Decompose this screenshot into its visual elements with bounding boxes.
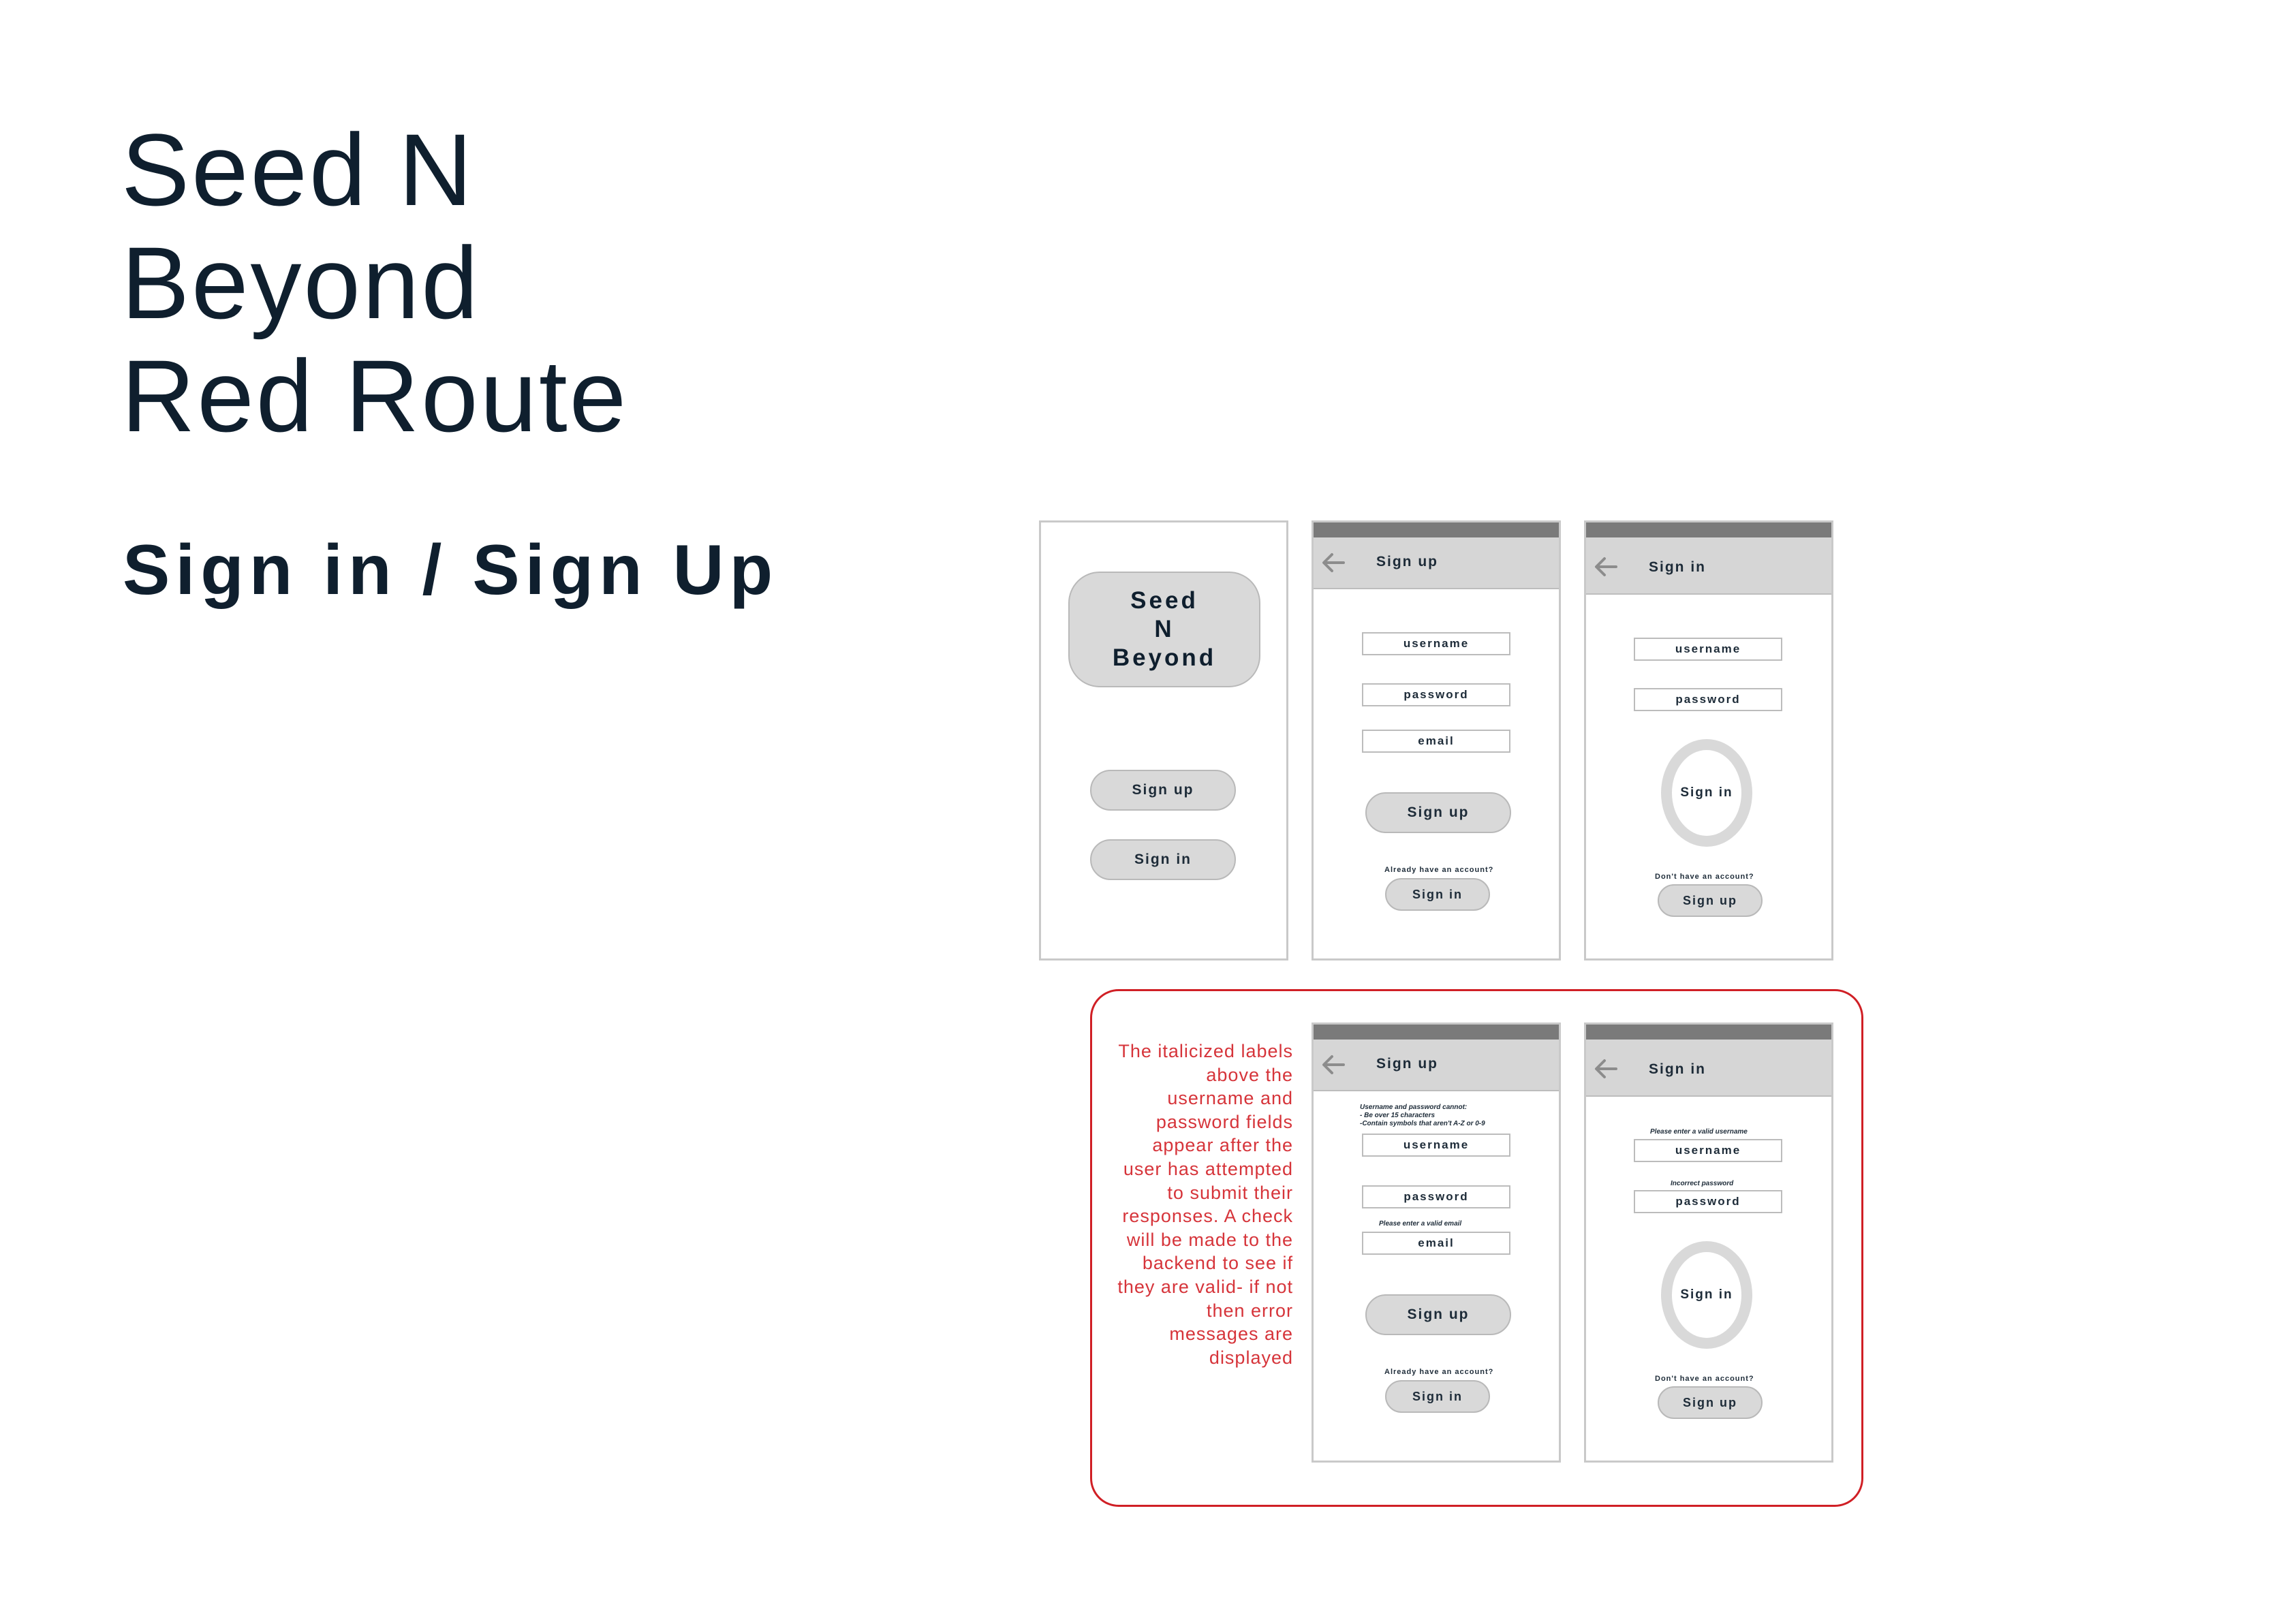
signup-screen: Sign up username password email Sign up … bbox=[1312, 520, 1561, 961]
status-bar bbox=[1586, 522, 1831, 537]
status-bar bbox=[1314, 522, 1559, 537]
header-bar: Sign in bbox=[1586, 1040, 1831, 1097]
logo-line-2: N bbox=[1154, 616, 1175, 642]
section-subtitle: Sign in / Sign Up bbox=[123, 531, 779, 610]
username-field[interactable]: username bbox=[1362, 632, 1510, 655]
header-title: Sign up bbox=[1376, 1056, 1438, 1072]
landing-signup-button[interactable]: Sign up bbox=[1090, 770, 1236, 811]
signup-link-button[interactable]: Sign up bbox=[1658, 1386, 1763, 1419]
title-line-2: Beyond bbox=[121, 225, 480, 340]
account-prompt: Don't have an account? bbox=[1655, 873, 1754, 881]
back-arrow-icon[interactable] bbox=[1322, 552, 1345, 573]
password-field[interactable]: password bbox=[1362, 683, 1510, 706]
header-bar: Sign in bbox=[1586, 537, 1831, 595]
landing-signin-button[interactable]: Sign in bbox=[1090, 839, 1236, 880]
signin-submit-button[interactable]: Sign in bbox=[1661, 739, 1752, 847]
title-line-1: Seed N bbox=[121, 112, 475, 227]
signin-error-screen: Sign in Please enter a valid username us… bbox=[1584, 1022, 1833, 1463]
password-field[interactable]: password bbox=[1362, 1185, 1510, 1208]
header-bar: Sign up bbox=[1314, 1040, 1559, 1091]
validation-rules-line-3: -Contain symbols that aren't A-Z or 0-9 bbox=[1360, 1120, 1485, 1127]
username-field[interactable]: username bbox=[1362, 1134, 1510, 1157]
header-bar: Sign up bbox=[1314, 537, 1559, 589]
username-error-text: Please enter a valid username bbox=[1650, 1128, 1748, 1136]
email-error-text: Please enter a valid email bbox=[1379, 1220, 1462, 1228]
account-prompt: Don't have an account? bbox=[1655, 1375, 1754, 1383]
annotation-text: The italicized labels above the username… bbox=[1117, 1041, 1293, 1368]
signin-link-button[interactable]: Sign in bbox=[1385, 878, 1490, 911]
signin-submit-button[interactable]: Sign in bbox=[1661, 1241, 1752, 1349]
logo-line-1: Seed bbox=[1130, 587, 1198, 614]
signin-submit-label: Sign in bbox=[1680, 785, 1733, 800]
status-bar bbox=[1314, 1025, 1559, 1040]
back-arrow-icon[interactable] bbox=[1594, 557, 1617, 577]
header-title: Sign in bbox=[1649, 559, 1706, 575]
page-title: Seed N Beyond Red Route bbox=[121, 113, 628, 452]
email-field[interactable]: email bbox=[1362, 1232, 1510, 1255]
password-field[interactable]: password bbox=[1634, 688, 1782, 711]
signin-link-button[interactable]: Sign in bbox=[1385, 1380, 1490, 1413]
signin-submit-label: Sign in bbox=[1680, 1287, 1733, 1302]
account-prompt: Already have an account? bbox=[1384, 1368, 1494, 1376]
status-bar bbox=[1586, 1025, 1831, 1040]
validation-rules-line-2: - Be over 15 characters bbox=[1360, 1112, 1436, 1119]
header-title: Sign up bbox=[1376, 554, 1438, 569]
signup-link-button[interactable]: Sign up bbox=[1658, 884, 1763, 917]
header-title: Sign in bbox=[1649, 1061, 1706, 1077]
password-field[interactable]: password bbox=[1634, 1190, 1782, 1213]
username-field[interactable]: username bbox=[1634, 1139, 1782, 1162]
back-arrow-icon[interactable] bbox=[1594, 1059, 1617, 1079]
logo-line-3: Beyond bbox=[1112, 644, 1217, 671]
signin-screen: Sign in username password Sign in Don't … bbox=[1584, 520, 1833, 961]
username-field[interactable]: username bbox=[1634, 638, 1782, 661]
signup-submit-button[interactable]: Sign up bbox=[1365, 1294, 1511, 1335]
signup-error-screen: Sign up Username and password cannot: - … bbox=[1312, 1022, 1561, 1463]
email-field[interactable]: email bbox=[1362, 730, 1510, 753]
account-prompt: Already have an account? bbox=[1384, 866, 1494, 874]
title-line-3: Red Route bbox=[121, 339, 629, 453]
app-logo: Seed N Beyond bbox=[1068, 572, 1260, 687]
back-arrow-icon[interactable] bbox=[1322, 1055, 1345, 1075]
password-error-text: Incorrect password bbox=[1671, 1180, 1734, 1187]
landing-screen: Seed N Beyond Sign up Sign in bbox=[1039, 520, 1288, 961]
validation-rules-line-1: Username and password cannot: bbox=[1360, 1104, 1468, 1111]
signup-submit-button[interactable]: Sign up bbox=[1365, 792, 1511, 833]
